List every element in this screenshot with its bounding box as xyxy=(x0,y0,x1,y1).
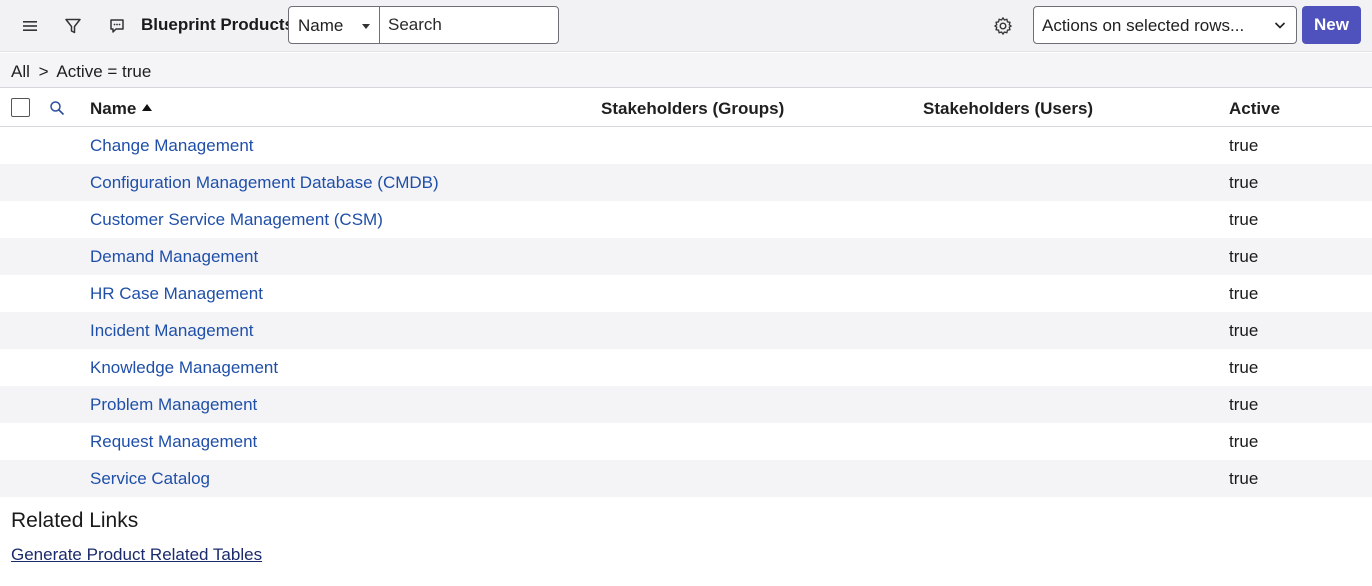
sort-ascending-icon xyxy=(142,104,153,111)
row-active-value: true xyxy=(1229,395,1259,414)
gear-icon[interactable] xyxy=(991,14,1015,38)
actions-select-label: Actions on selected rows... xyxy=(1042,16,1245,35)
row-name-link[interactable]: Incident Management xyxy=(90,321,254,341)
table-row: Request Management true xyxy=(0,423,1372,460)
column-header-name-label: Name xyxy=(90,99,137,118)
table-row: Incident Management true xyxy=(0,312,1372,349)
row-active-value: true xyxy=(1229,321,1259,340)
search-icon[interactable] xyxy=(45,96,69,120)
column-header-name[interactable]: Name xyxy=(90,99,153,119)
search-field-select[interactable]: Name xyxy=(288,6,380,44)
row-active-value: true xyxy=(1229,284,1259,303)
row-name-link[interactable]: Service Catalog xyxy=(90,469,210,489)
row-name-link[interactable]: Knowledge Management xyxy=(90,358,278,378)
row-name-link[interactable]: Change Management xyxy=(90,136,254,156)
table-row: Service Catalog true xyxy=(0,460,1372,497)
row-active-value: true xyxy=(1229,210,1259,229)
table-row: Customer Service Management (CSM) true xyxy=(0,201,1372,238)
page-title: Blueprint Products xyxy=(141,15,295,34)
breadcrumb-separator: > xyxy=(38,62,49,81)
generate-product-related-tables-link[interactable]: Generate Product Related Tables xyxy=(11,545,262,565)
actions-on-selected-select[interactable]: Actions on selected rows... xyxy=(1033,6,1297,44)
row-active-value: true xyxy=(1229,247,1259,266)
chevron-down-icon xyxy=(1274,22,1286,29)
table-row: Demand Management true xyxy=(0,238,1372,275)
select-all-checkbox[interactable] xyxy=(11,98,30,117)
table-header: Name Stakeholders (Groups) Stakeholders … xyxy=(0,89,1372,127)
breadcrumb: All > Active = true xyxy=(0,53,1372,88)
row-active-value: true xyxy=(1229,469,1259,488)
row-active-value: true xyxy=(1229,136,1259,155)
breadcrumb-all[interactable]: All xyxy=(11,62,30,81)
table-row: Change Management true xyxy=(0,127,1372,164)
row-name-link[interactable]: HR Case Management xyxy=(90,284,263,304)
row-name-link[interactable]: Configuration Management Database (CMDB) xyxy=(90,173,439,193)
row-active-value: true xyxy=(1229,173,1259,192)
table-row: Configuration Management Database (CMDB)… xyxy=(0,164,1372,201)
table-row: Problem Management true xyxy=(0,386,1372,423)
row-active-value: true xyxy=(1229,358,1259,377)
breadcrumb-filter[interactable]: Active = true xyxy=(56,62,151,81)
search-input[interactable] xyxy=(379,6,559,44)
related-links-heading: Related Links xyxy=(11,509,139,532)
new-button[interactable]: New xyxy=(1302,6,1361,44)
hamburger-menu-icon[interactable] xyxy=(18,14,42,38)
row-name-link[interactable]: Request Management xyxy=(90,432,257,452)
table-row: Knowledge Management true xyxy=(0,349,1372,386)
column-header-active[interactable]: Active xyxy=(1229,99,1280,119)
column-header-users[interactable]: Stakeholders (Users) xyxy=(923,99,1093,119)
table-row: HR Case Management true xyxy=(0,275,1372,312)
row-name-link[interactable]: Customer Service Management (CSM) xyxy=(90,210,383,230)
row-name-link[interactable]: Demand Management xyxy=(90,247,258,267)
column-header-groups[interactable]: Stakeholders (Groups) xyxy=(601,99,784,119)
row-name-link[interactable]: Problem Management xyxy=(90,395,257,415)
caret-down-icon xyxy=(362,24,370,29)
filter-funnel-icon[interactable] xyxy=(61,14,85,38)
list-toolbar: Blueprint Products Name Actions on selec… xyxy=(0,0,1372,52)
row-active-value: true xyxy=(1229,432,1259,451)
chat-bubble-icon[interactable] xyxy=(105,14,129,38)
search-field-selected: Name xyxy=(298,16,344,35)
